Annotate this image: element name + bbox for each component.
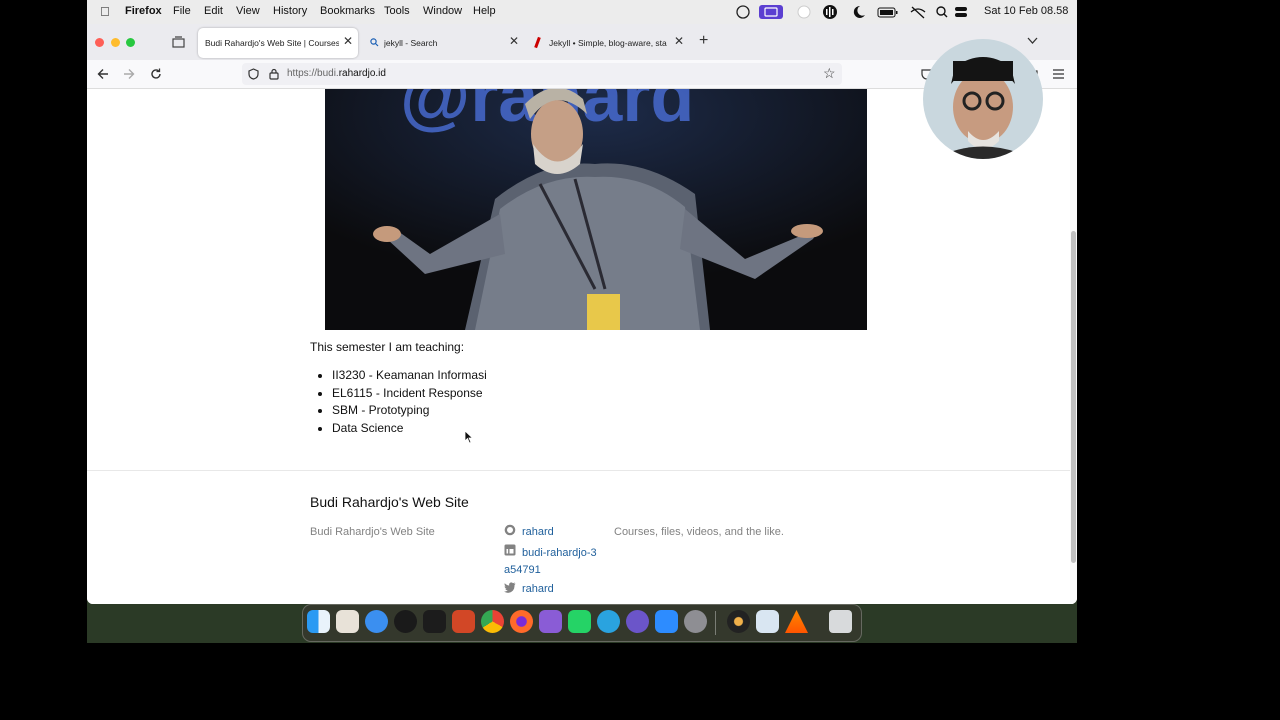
minimize-window-button[interactable] (111, 38, 120, 47)
speaker-illustration: @rahard (325, 89, 867, 330)
safari-icon[interactable] (365, 610, 388, 633)
tab-label: Budi Rahardjo's Web Site | Courses, (205, 38, 339, 48)
reload-icon[interactable] (150, 68, 162, 80)
menu-help[interactable]: Help (473, 5, 496, 17)
control-center-icon (955, 7, 967, 11)
menu-window[interactable]: Window (423, 5, 462, 17)
jekyll-favicon (534, 36, 541, 49)
zoom-window-button[interactable] (126, 38, 135, 47)
clock[interactable]: Sat 10 Feb 08.58 (984, 5, 1068, 17)
obs-icon[interactable] (394, 610, 417, 633)
close-window-button[interactable] (95, 38, 104, 47)
finder-icon[interactable] (307, 610, 330, 633)
url-text: https://budi.rahardjo.id (287, 68, 386, 79)
tab-overview-icon[interactable] (172, 36, 185, 48)
system-settings-icon[interactable] (684, 610, 707, 633)
whatsapp-icon[interactable] (568, 610, 591, 633)
close-tab-icon[interactable]: ✕ (509, 34, 519, 48)
wifi-off-icon (910, 6, 926, 19)
twitter-link[interactable]: rahard (522, 583, 554, 595)
close-tab-icon[interactable]: ✕ (343, 34, 353, 48)
menu-file[interactable]: File (173, 5, 191, 17)
vpn-app-icon[interactable] (539, 610, 562, 633)
apple-icon[interactable]:  (100, 4, 110, 19)
tab-bar: Budi Rahardjo's Web Site | Courses, ✕ je… (87, 24, 1077, 60)
teaching-intro: This semester I am teaching: (310, 340, 465, 354)
footer-description: Courses, files, videos, and the like. (614, 526, 784, 538)
footer-divider (87, 470, 1070, 471)
menu-history[interactable]: History (273, 5, 307, 17)
app-menu-firefox[interactable]: Firefox (125, 5, 162, 17)
audio-app-icon[interactable] (727, 610, 750, 633)
course-item: II3230 - Keamanan Informasi (332, 367, 487, 385)
tab-jekyll-search[interactable]: jekyll - Search ✕ (364, 28, 524, 58)
vertical-scrollbar[interactable] (1070, 89, 1077, 604)
course-item: SBM - Prototyping (332, 402, 487, 420)
dock (302, 604, 862, 642)
webcam-person (933, 57, 1033, 159)
vlc-icon[interactable] (785, 610, 808, 633)
course-item: EL6115 - Incident Response (332, 385, 487, 403)
spotlight-icon (936, 6, 946, 16)
url-prefix: https://budi. (287, 68, 339, 79)
footer-title: Budi Rahardjo's Web Site (310, 494, 469, 510)
telegram-icon[interactable] (597, 610, 620, 633)
tab-label: Jekyll • Simple, blog-aware, sta (549, 38, 667, 48)
twitter-icon (504, 582, 516, 593)
tab-jekyll[interactable]: Jekyll • Simple, blog-aware, sta ✕ (530, 28, 685, 58)
webcam-overlay (923, 39, 1043, 159)
launchpad-icon[interactable] (336, 610, 359, 633)
screen-share-icon (759, 5, 783, 19)
tab-budi-rahardjo[interactable]: Budi Rahardjo's Web Site | Courses, ✕ (198, 28, 358, 58)
forward-icon[interactable] (123, 68, 135, 80)
chrome-icon[interactable] (481, 610, 504, 633)
vpn-icon (736, 5, 750, 19)
record-icon (797, 5, 811, 19)
search-icon (370, 38, 379, 47)
lock-icon[interactable] (269, 68, 279, 80)
hamburger-menu-icon[interactable] (1053, 69, 1064, 79)
menu-view[interactable]: View (236, 5, 260, 17)
footer-site-name: Budi Rahardjo's Web Site (310, 526, 435, 538)
firefox-icon[interactable] (510, 610, 533, 633)
linkedin-link[interactable]: budi-rahardjo-3a54791 (504, 545, 600, 579)
mustache-app-icon[interactable] (626, 610, 649, 633)
close-tab-icon[interactable]: ✕ (674, 34, 684, 48)
menu-bar:  Firefox File Edit View History Bookmar… (87, 0, 1077, 24)
page-content: @rahard (87, 89, 1077, 604)
list-all-tabs-icon[interactable] (1027, 37, 1038, 45)
bookmark-star-icon[interactable]: ☆ (823, 65, 836, 82)
tracking-protection-icon[interactable] (248, 68, 259, 80)
course-list: II3230 - Keamanan Informasi EL6115 - Inc… (310, 367, 487, 437)
mouse-cursor-icon (464, 430, 474, 444)
menu-edit[interactable]: Edit (204, 5, 223, 17)
scrollbar-thumb[interactable] (1071, 231, 1076, 563)
new-tab-button[interactable]: + (699, 32, 708, 50)
menu-bookmarks[interactable]: Bookmarks (320, 5, 375, 17)
trash-icon[interactable] (829, 610, 852, 633)
zoom-icon[interactable] (655, 610, 678, 633)
tab-label: jekyll - Search (384, 38, 438, 48)
powerpoint-icon[interactable] (452, 610, 475, 633)
github-icon (504, 524, 516, 536)
github-link[interactable]: rahard (522, 526, 554, 538)
url-domain: rahardjo.id (338, 68, 386, 79)
hero-photo: @rahard (325, 89, 867, 330)
moon-icon (853, 5, 865, 18)
status-icons (736, 5, 967, 19)
dock-separator (715, 611, 716, 635)
url-bar[interactable]: https://budi.rahardjo.id ☆ (242, 63, 842, 85)
back-icon[interactable] (97, 68, 109, 80)
preview-icon[interactable] (756, 610, 779, 633)
menu-tools[interactable]: Tools (384, 5, 410, 17)
terminal-icon[interactable] (423, 610, 446, 633)
